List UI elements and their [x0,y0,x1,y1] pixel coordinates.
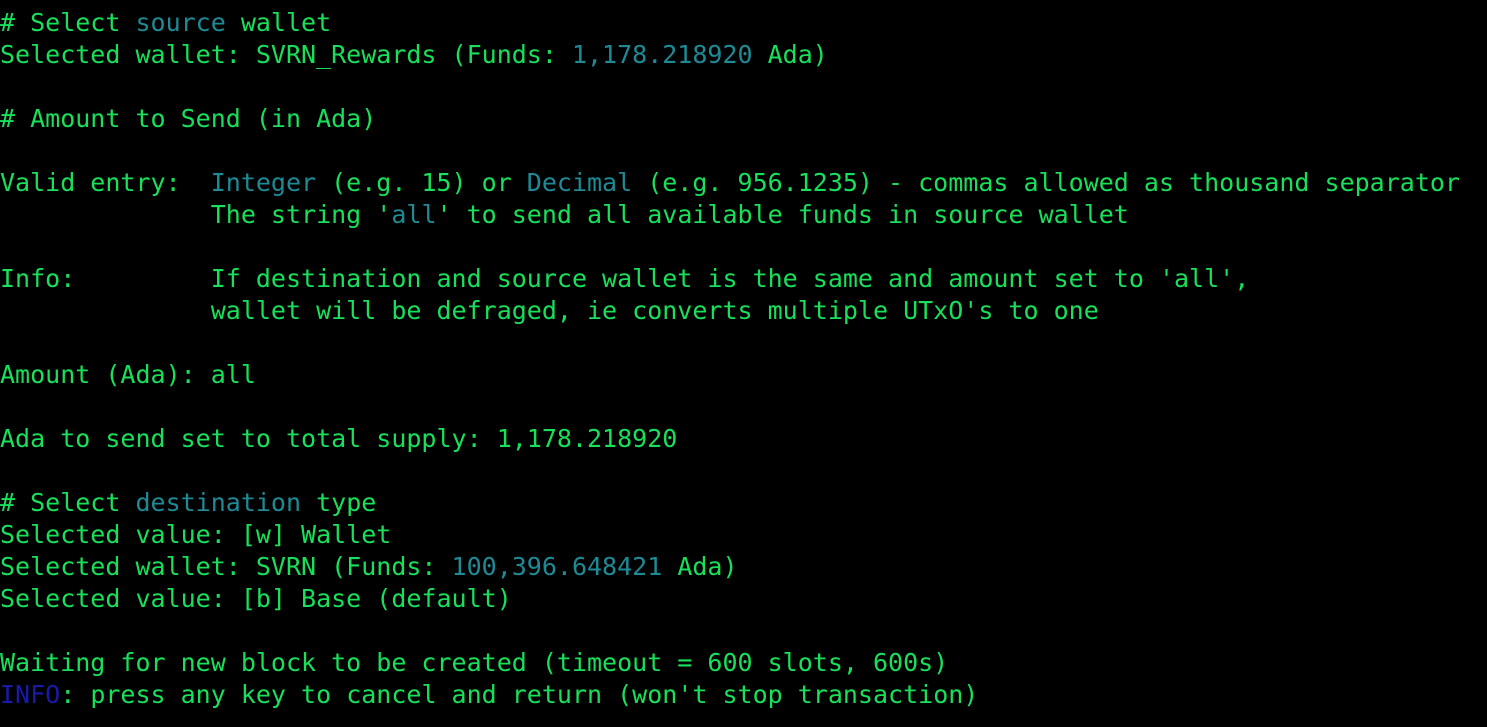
text-segment: INFO [0,680,61,709]
text-segment: Selected wallet: SVRN (Funds: [0,552,452,581]
terminal-line-select-source-heading: # Select source wallet [0,7,1487,39]
text-segment: ' to send all available funds in source … [436,200,1129,229]
terminal-line-selected-value-base: Selected value: [b] Base (default) [0,583,1487,615]
text-segment: Integer [210,168,317,197]
text-segment: # Select [0,8,136,37]
text-segment: # Select [0,488,136,517]
text-segment: source [135,8,226,37]
terminal-line-valid-entry-line-2: The string 'all' to send all available f… [0,199,1487,231]
terminal-line-amount-input: Amount (Ada): all [0,359,1487,391]
terminal-output: # Select source wallet Selected wallet: S… [0,7,1487,711]
terminal-line-selected-source-wallet: Selected wallet: SVRN_Rewards (Funds: 1,… [0,39,1487,71]
terminal-line-selected-value-wallet: Selected value: [w] Wallet [0,519,1487,551]
text-segment: Amount (Ada): all [0,360,256,389]
text-segment: Info: If destination and source wallet i… [0,264,1250,293]
text-segment: wallet [225,8,332,37]
text-segment: type [301,488,377,517]
text-segment: Ada) [662,552,738,581]
terminal-line-waiting-block: Waiting for new block to be created (tim… [0,647,1487,679]
terminal-line-info-line-2: wallet will be defraged, ie converts mul… [0,295,1487,327]
text-segment: Valid entry: [0,168,211,197]
text-segment: Selected value: [b] Base (default) [0,584,512,613]
terminal-line-select-destination-heading: # Select destination type [0,487,1487,519]
terminal-line-info-cancel: INFO: press any key to cancel and return… [0,679,1487,711]
text-segment: The string ' [0,200,392,229]
text-segment: Waiting for new block to be created (tim… [0,648,949,677]
text-segment: : press any key to cancel and return (wo… [60,680,979,709]
text-segment: (e.g. 15) or [316,168,527,197]
text-segment: all [391,200,437,229]
text-segment: # Amount to Send (in Ada) [0,104,377,133]
text-segment: Ada to send set to total supply: 1,178.2… [0,424,678,453]
text-segment: destination [135,488,302,517]
terminal-line-selected-destination-wallet: Selected wallet: SVRN (Funds: 100,396.64… [0,551,1487,583]
terminal-line-valid-entry-line-1: Valid entry: Integer (e.g. 15) or Decima… [0,167,1487,199]
text-segment: Ada) [752,40,828,69]
terminal-line-amount-heading: # Amount to Send (in Ada) [0,103,1487,135]
text-segment: Selected wallet: SVRN_Rewards (Funds: [0,40,572,69]
terminal-line-info-line-1: Info: If destination and source wallet i… [0,263,1487,295]
text-segment: 1,178.218920 [571,40,753,69]
text-segment: Selected value: [w] Wallet [0,520,392,549]
text-segment: Decimal [526,168,633,197]
text-segment: (e.g. 956.1235) - commas allowed as thou… [632,168,1460,197]
terminal-line-ada-total-supply: Ada to send set to total supply: 1,178.2… [0,423,1487,455]
text-segment: wallet will be defraged, ie converts mul… [0,296,1099,325]
text-segment: 100,396.648421 [451,552,663,581]
